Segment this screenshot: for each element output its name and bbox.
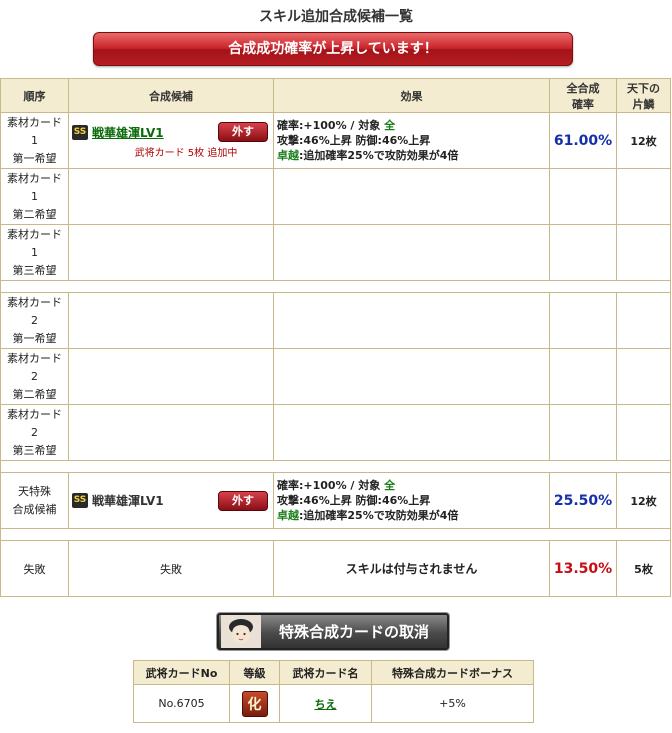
fragment-count: 12枚 <box>616 472 671 529</box>
character-face-icon <box>221 615 261 648</box>
remove-button[interactable]: 外す <box>218 122 268 142</box>
grade-icon: 化 <box>241 690 268 717</box>
header-effect: 効果 <box>273 78 550 113</box>
fragment-count: 5枚 <box>616 540 671 597</box>
table-row: No.6705 化 ちえ +5% <box>133 684 534 723</box>
order-cell: 天特殊 合成候補 <box>0 472 69 529</box>
effect-cell <box>273 224 550 281</box>
table-header-row: 順序 合成候補 効果 全合成 確率 天下の 片鱗 <box>0 78 671 113</box>
rate-cell <box>549 224 617 281</box>
grade-cell: 化 <box>229 684 280 723</box>
candidate-cell <box>68 168 274 225</box>
effect-cell <box>273 404 550 461</box>
section-spacer <box>0 280 671 293</box>
card-name-cell: ちえ <box>279 684 372 723</box>
table-row: 素材カード1 第三希望 <box>0 224 671 281</box>
card-number: No.6705 <box>133 684 230 723</box>
order-cell: 素材カード1 第一希望 <box>0 112 69 169</box>
candidate-table: 順序 合成候補 効果 全合成 確率 天下の 片鱗 素材カード1 第一希望 SS 戦華雄… <box>0 78 671 597</box>
order-cell: 素材カード2 第二希望 <box>0 348 69 405</box>
section-spacer <box>0 460 671 473</box>
page-title: スキル追加合成候補一覧 <box>259 9 413 25</box>
header-bonus: 特殊合成カードボーナス <box>371 660 534 685</box>
skill-name-link[interactable]: 戦華雄渾LV1 <box>92 124 164 141</box>
table-row-special: 天特殊 合成候補 SS 戦華雄渾LV1 外す 確率:+100% / 対象 全 攻撃… <box>0 472 671 529</box>
table-row-failure: 失敗 失敗 スキルは付与されません 13.50% 5枚 <box>0 540 671 597</box>
table-row: 素材カード1 第一希望 SS 戦華雄渾LV1 外す 武将カード 5枚 追加中 確率… <box>0 112 671 169</box>
success-rate: 61.00% <box>549 112 617 169</box>
effect-cell: スキルは付与されません <box>273 540 550 597</box>
success-rate: 25.50% <box>549 472 617 529</box>
candidate-cell: 失敗 <box>68 540 274 597</box>
effect-cell <box>273 168 550 225</box>
rate-cell <box>549 348 617 405</box>
header-card-name: 武将カード名 <box>279 660 372 685</box>
table-row: 素材カード1 第二希望 <box>0 168 671 225</box>
ss-rank-icon: SS <box>72 493 88 508</box>
added-cards-note: 武将カード 5枚 追加中 <box>134 148 238 159</box>
card-name-link[interactable]: ちえ <box>315 698 337 711</box>
section-spacer <box>0 528 671 541</box>
special-card-table: 武将カードNo 等級 武将カード名 特殊合成カードボーナス No.6705 化 … <box>133 660 534 723</box>
candidate-cell <box>68 292 274 349</box>
candidate-cell <box>68 224 274 281</box>
candidate-cell <box>68 348 274 405</box>
header-grade: 等級 <box>229 660 280 685</box>
effect-cell: 確率:+100% / 対象 全 攻撃:46%上昇 防御:46%上昇 卓越:追加確… <box>273 112 550 169</box>
count-cell <box>616 168 671 225</box>
order-cell: 素材カード2 第三希望 <box>0 404 69 461</box>
candidate-cell <box>68 404 274 461</box>
order-cell: 素材カード2 第一希望 <box>0 292 69 349</box>
rate-cell <box>549 404 617 461</box>
order-cell: 失敗 <box>0 540 69 597</box>
cancel-button-label: 特殊合成カードの取消 <box>278 623 429 641</box>
header-candidate: 合成候補 <box>68 78 274 113</box>
fragment-count: 12枚 <box>616 112 671 169</box>
table-row: 素材カード2 第一希望 <box>0 292 671 349</box>
order-cell: 素材カード1 第三希望 <box>0 224 69 281</box>
candidate-cell: SS 戦華雄渾LV1 外す 武将カード 5枚 追加中 <box>68 112 274 169</box>
effect-cell: 確率:+100% / 対象 全 攻撃:46%上昇 防御:46%上昇 卓越:追加確… <box>273 472 550 529</box>
effect-cell <box>273 292 550 349</box>
count-cell <box>616 224 671 281</box>
count-cell <box>616 292 671 349</box>
header-order: 順序 <box>0 78 69 113</box>
table-row: 素材カード2 第二希望 <box>0 348 671 405</box>
bonus-value: +5% <box>371 684 534 723</box>
header-count: 天下の 片鱗 <box>616 78 671 113</box>
rate-cell <box>549 168 617 225</box>
header-card-no: 武将カードNo <box>133 660 230 685</box>
count-cell <box>616 348 671 405</box>
sub-table-header: 武将カードNo 等級 武将カード名 特殊合成カードボーナス <box>133 660 534 685</box>
order-cell: 素材カード1 第二希望 <box>0 168 69 225</box>
header-rate: 全合成 確率 <box>549 78 617 113</box>
skill-name: 戦華雄渾LV1 <box>92 494 164 508</box>
ss-rank-icon: SS <box>72 124 88 140</box>
success-rate-banner: 合成成功確率が上昇しています！ <box>93 32 573 66</box>
candidate-cell: SS 戦華雄渾LV1 外す <box>68 472 274 529</box>
count-cell <box>616 404 671 461</box>
table-row: 素材カード2 第三希望 <box>0 404 671 461</box>
rate-cell <box>549 292 617 349</box>
cancel-special-card-button[interactable]: 特殊合成カードの取消 <box>217 613 449 650</box>
remove-button[interactable]: 外す <box>218 490 268 511</box>
effect-cell <box>273 348 550 405</box>
failure-rate: 13.50% <box>549 540 617 597</box>
